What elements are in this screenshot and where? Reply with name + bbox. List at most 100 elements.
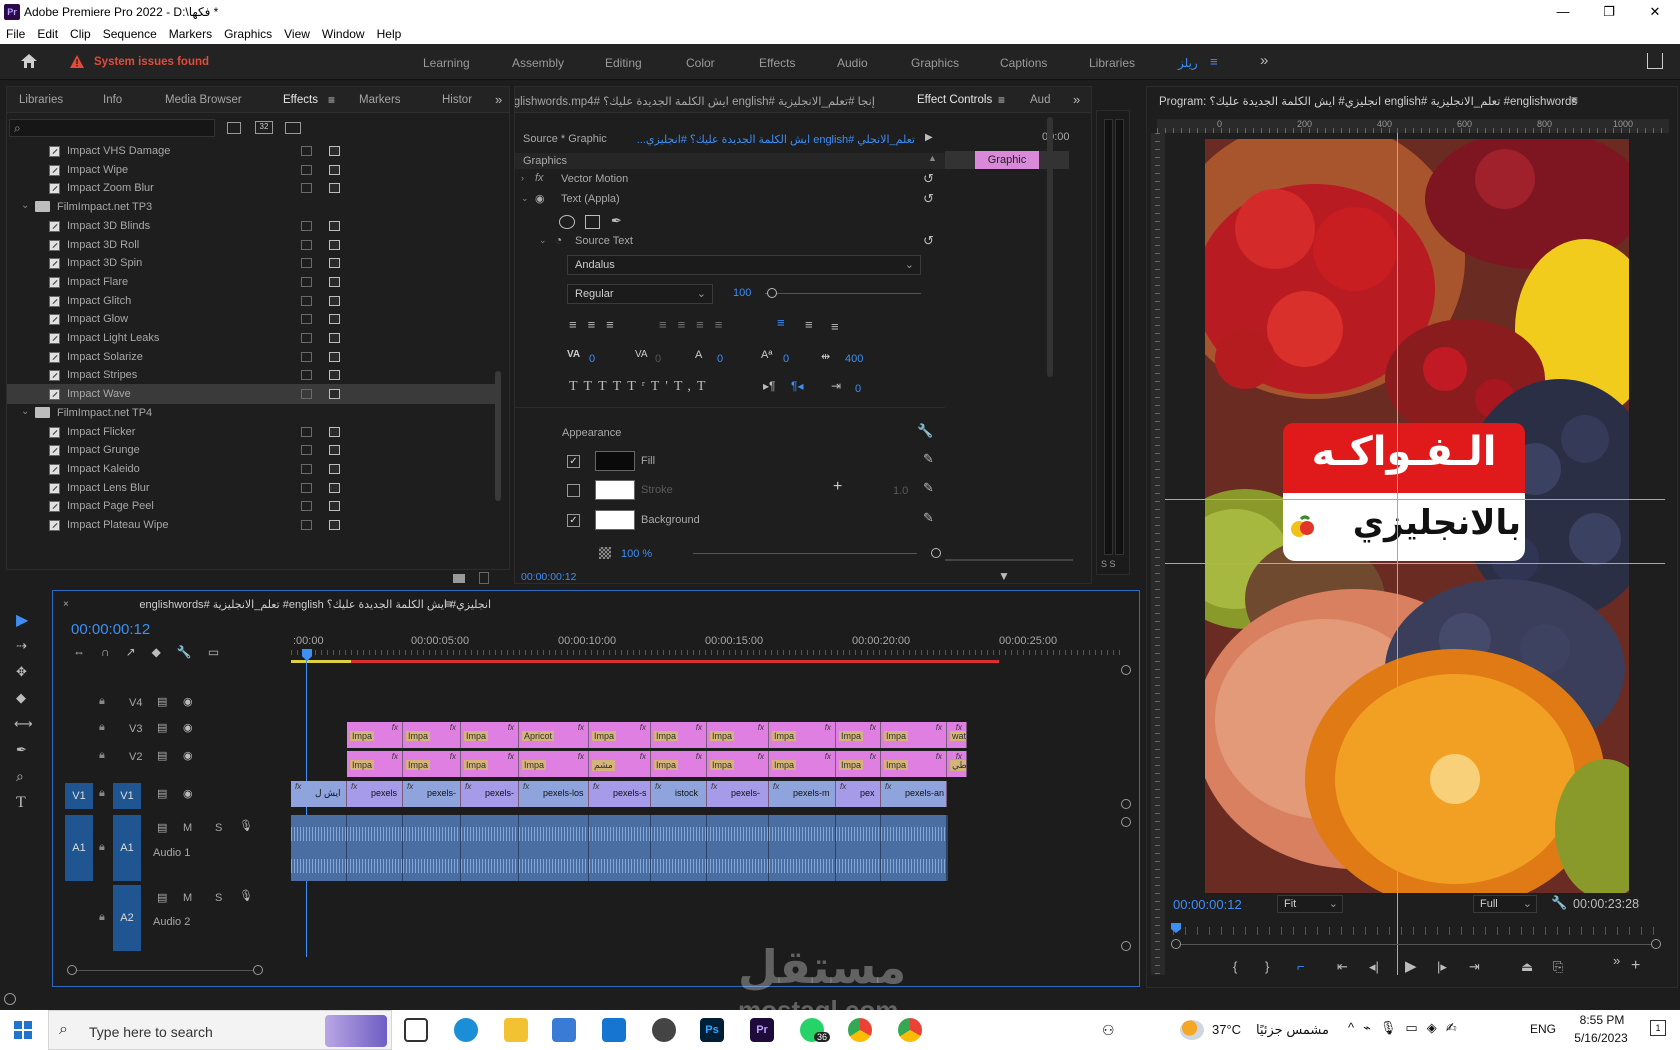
v1-clip[interactable]: fx pexels-s (589, 781, 651, 807)
audio-clip[interactable] (836, 815, 881, 881)
v3-clip[interactable]: Impa fx (769, 722, 836, 748)
a1-source-patch[interactable]: A1 (65, 815, 93, 881)
system-issues-alert[interactable]: System issues found (94, 56, 209, 68)
v4-lock-icon[interactable]: 🔒︎ (99, 695, 105, 708)
ec-source-label[interactable]: Source * Graphic (523, 133, 607, 145)
align-top-icon[interactable]: ≡ (777, 315, 785, 330)
tab-effect-controls[interactable]: Effect Controls (917, 94, 992, 106)
v3-clip[interactable]: Impa fx (651, 722, 707, 748)
ws-graphics[interactable]: Graphics (911, 56, 959, 70)
faux-style-buttons[interactable]: TTTTTʳT'T,T (569, 379, 711, 395)
pen-tool-icon[interactable]: ✒ (16, 742, 27, 758)
v4-eye-icon[interactable]: ◉ (183, 695, 193, 708)
a1-target[interactable]: A1 (113, 815, 141, 881)
v-scroll-mid[interactable] (1121, 799, 1131, 809)
status-icon[interactable] (4, 993, 16, 1005)
v2-clip[interactable]: Impafx (769, 751, 836, 777)
ws-captions[interactable]: Captions (1000, 56, 1047, 70)
effect-item[interactable]: Impact VHS Damage (7, 141, 501, 161)
ws-overflow-icon[interactable]: » (1260, 52, 1268, 69)
a1-mute[interactable]: M (183, 822, 192, 834)
minimize-button[interactable]: — (1540, 2, 1586, 22)
guide-horizontal-2[interactable] (1165, 563, 1665, 564)
effects-search-input[interactable]: ⌕ (9, 119, 215, 137)
v2-clip[interactable]: Impafx (651, 751, 707, 777)
quality-dropdown[interactable]: Full ⌄ (1473, 895, 1537, 913)
v4-sync-icon[interactable]: ▤ (157, 695, 167, 708)
menu-markers[interactable]: Markers (163, 24, 218, 41)
v3-clip[interactable]: Apricot fx (519, 722, 589, 748)
rectangle-tool-icon[interactable] (585, 215, 600, 229)
rtl-icon[interactable]: ¶◂ (791, 379, 803, 393)
meter-solo[interactable]: S S (1101, 559, 1116, 569)
razor-tool-icon[interactable]: ◆ (16, 690, 26, 706)
pen-tool-icon[interactable]: ✒ (611, 213, 622, 229)
ec-menu-icon[interactable]: ≡ (998, 93, 1005, 107)
a2-sync-icon[interactable]: ▤ (157, 891, 167, 904)
windows-start-icon[interactable] (14, 1021, 32, 1039)
program-overflow-icon[interactable]: » (1613, 953, 1620, 968)
track-select-icon[interactable]: ⇢ (16, 638, 27, 654)
ec-file-tab[interactable]: إنجا #تعلم_الانجليزية #english ايش الكلم… (515, 94, 875, 108)
v1-clip[interactable]: fx ايش ل (291, 781, 347, 807)
v3-clip[interactable]: Impa fx (347, 722, 403, 748)
a-scroll-bottom[interactable] (1121, 941, 1131, 951)
v2-clip[interactable]: Impafx (836, 751, 881, 777)
vector-motion-reset-icon[interactable]: ↺ (923, 171, 934, 187)
effect-item[interactable]: Impact Grunge (7, 440, 501, 460)
audio-clip[interactable] (947, 815, 948, 881)
source-text-chevron-icon[interactable]: ⌄ (539, 235, 547, 246)
ltr-icon[interactable]: ▸¶ (763, 379, 775, 393)
v1-clip[interactable]: fx pexels (347, 781, 403, 807)
effect-item[interactable]: Impact Glow (7, 309, 501, 329)
menu-edit[interactable]: Edit (31, 24, 64, 41)
align-bottom-icon[interactable]: ≡ (831, 319, 839, 334)
ws-color[interactable]: Color (686, 56, 715, 70)
effect-item[interactable]: Impact Solarize (7, 347, 501, 367)
folder-chevron-icon[interactable]: ⌄ (21, 200, 29, 211)
text-layer-chevron-icon[interactable]: ⌄ (521, 193, 529, 204)
font-size-slider-handle[interactable] (767, 288, 777, 298)
tab-markers[interactable]: Markers (359, 94, 401, 106)
tsume-value[interactable]: 400 (845, 353, 863, 365)
font-size-slider-track[interactable] (765, 293, 921, 294)
new-bin-icon[interactable] (453, 574, 465, 583)
selection-tool-icon[interactable]: ▶ (16, 610, 28, 630)
a2-mute[interactable]: M (183, 892, 192, 904)
audio-clip[interactable] (291, 815, 347, 881)
menu-window[interactable]: Window (316, 24, 371, 41)
bg-opacity-handle[interactable] (931, 548, 941, 558)
v1-lock-icon[interactable]: 🔒︎ (99, 787, 105, 800)
v1-clip[interactable]: fx pexels-m (769, 781, 836, 807)
audio-clip[interactable] (651, 815, 707, 881)
file-explorer-icon[interactable] (504, 1018, 528, 1042)
effects-menu-icon[interactable]: ≡ (328, 93, 335, 107)
ec-overflow-icon[interactable]: » (1073, 92, 1080, 107)
ws-learning[interactable]: Learning (423, 56, 470, 70)
extract-icon[interactable]: ⎘ (1553, 959, 1563, 975)
v2-clip[interactable]: Impafx (519, 751, 589, 777)
h-zoom-bar[interactable] (77, 970, 253, 971)
v3-clip[interactable]: wat fx (947, 722, 967, 748)
play-icon[interactable]: ▶ (1405, 957, 1417, 975)
v1-sync-icon[interactable]: ▤ (157, 787, 167, 800)
slip-tool-icon[interactable]: ⟷ (14, 716, 33, 732)
edge-icon[interactable] (454, 1018, 478, 1042)
32bit-icon[interactable]: 32 (255, 121, 273, 134)
v3-clip[interactable]: Impa fx (836, 722, 881, 748)
language-indicator[interactable]: ENG (1530, 1022, 1556, 1036)
clock-time[interactable]: 8:55 PM (1574, 1013, 1630, 1027)
audio-clip[interactable] (347, 815, 403, 881)
v2-clip[interactable]: مشم fx (589, 751, 651, 777)
effect-item[interactable]: Impact Lens Blur (7, 478, 501, 498)
ec-play-icon[interactable]: ▶ (925, 132, 933, 143)
v1-source-patch[interactable]: V1 (65, 783, 93, 809)
taskbar-search-box[interactable]: ⌕ Type here to search (48, 1010, 392, 1050)
v1-clip[interactable]: fx pexels- (707, 781, 769, 807)
weather-temp[interactable]: 37°C (1212, 1022, 1241, 1037)
notification-icon[interactable]: 1 (1650, 1020, 1666, 1036)
ws-assembly[interactable]: Assembly (512, 56, 564, 70)
step-forward-icon[interactable]: |▸ (1437, 959, 1447, 975)
effect-item[interactable]: Impact 3D Blinds (7, 216, 501, 236)
maximize-button[interactable]: ❐ (1586, 2, 1632, 22)
